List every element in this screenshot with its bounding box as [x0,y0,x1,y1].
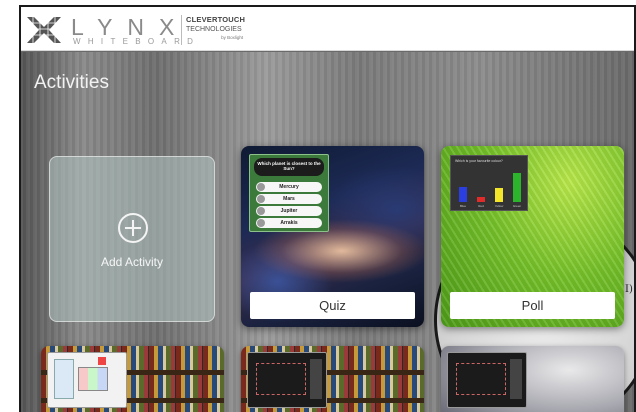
activity-preview [247,352,327,408]
activity-preview [47,352,127,408]
library-activity-card[interactable] [41,346,224,412]
page-title: Activities [34,72,109,93]
poll-question: Which is your favourite colour? [455,159,503,163]
lynx-mark-icon [27,15,61,45]
option-bullet-icon [257,219,265,227]
quiz-option: Mercury [256,182,322,192]
option-bullet-icon [257,207,265,215]
app-header: LYNX WHITEBOARD CLEVERTOUCH TECHNOLOGIES… [21,7,634,51]
app-window: LYNX WHITEBOARD CLEVERTOUCH TECHNOLOGIES… [19,5,636,412]
add-activity-card[interactable]: Add Activity [49,156,215,322]
quiz-option: Arrakis [256,218,322,228]
option-bullet-icon [257,195,265,203]
poll-bar-label: Red [478,204,484,208]
poll-bar-label: Green [512,204,522,208]
clevertouch-name: CLEVERTOUCH [186,15,246,24]
clevertouch-byline: by Boxlight [221,35,244,40]
quiz-button[interactable]: Quiz [250,292,415,319]
quiz-option: Jupiter [256,206,322,216]
clevertouch-logo: CLEVERTOUCH TECHNOLOGIES by Boxlight [181,15,245,45]
activities-stage: Activities 3! I) Add Activity Which plan… [21,52,634,412]
quiz-activity-card[interactable]: Which planet is closest to the Sun? Merc… [241,146,424,327]
background-circle-side-text: I) [625,284,633,295]
clevertouch-technologies: TECHNOLOGIES [186,26,242,33]
poll-bar-label: Yellow [494,204,504,208]
library-activity-card-2[interactable] [241,346,424,412]
poll-bar-label: Blue [459,204,466,208]
option-bullet-icon [257,183,265,191]
poll-bar [477,197,485,202]
quiz-question: Which planet is closest to the Sun? [254,158,324,176]
graduation-activity-card[interactable] [441,346,624,412]
plus-circle-icon [118,213,148,243]
poll-preview: Which is your favourite colour? Blue Red Y… [450,155,528,211]
poll-bar [495,188,503,202]
poll-activity-card[interactable]: Which is your favourite colour? Blue Red Y… [441,146,624,327]
lynx-logo: LYNX WHITEBOARD [27,14,193,47]
activity-preview [447,352,527,408]
quiz-preview: Which planet is closest to the Sun? Merc… [249,154,329,232]
quiz-option: Mars [256,194,322,204]
poll-bar [459,187,467,202]
poll-button[interactable]: Poll [450,292,615,319]
add-activity-label: Add Activity [100,255,164,269]
poll-bar [513,173,521,202]
